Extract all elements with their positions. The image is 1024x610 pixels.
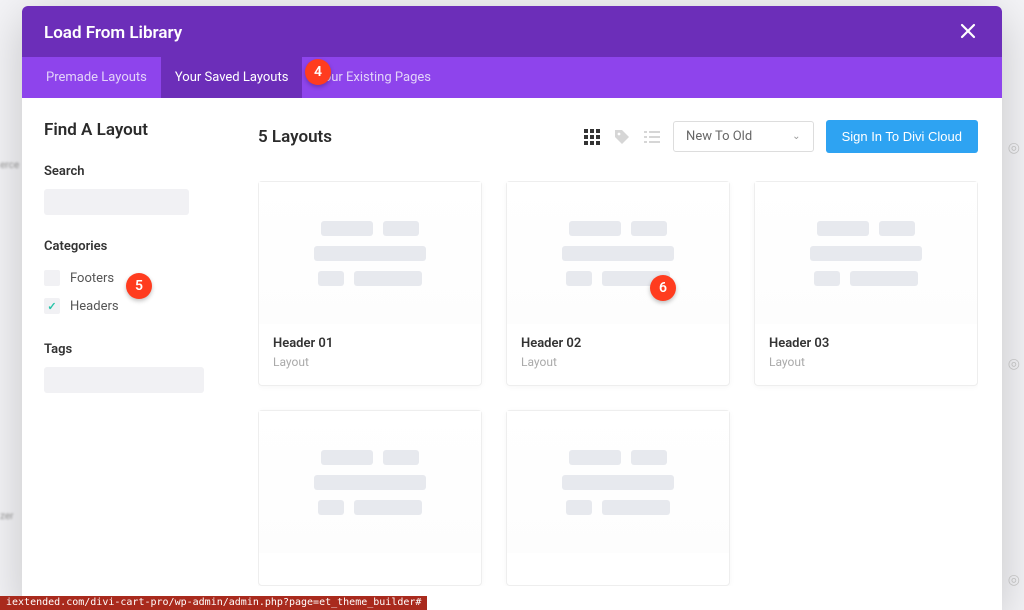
list-view-button[interactable] <box>643 128 661 146</box>
signin-button[interactable]: Sign In To Divi Cloud <box>826 120 978 153</box>
status-bar: iextended.com/divi-cart-pro/wp-admin/adm… <box>0 596 427 610</box>
search-input[interactable] <box>44 189 189 215</box>
grid-view-button[interactable] <box>583 128 601 146</box>
card-title: Header 01 <box>273 336 467 351</box>
annotation-badge-5: 5 <box>126 273 152 299</box>
sidebar: Find A Layout Search Categories Footers … <box>22 98 234 610</box>
modal-header: Load From Library <box>22 6 1002 57</box>
card-preview <box>755 182 977 324</box>
library-modal: Load From Library Premade Layouts Your S… <box>22 6 1002 610</box>
tags-label: Tags <box>44 342 216 357</box>
checkbox-icon <box>44 270 60 286</box>
card-title: Header 03 <box>769 336 963 351</box>
layout-card[interactable] <box>258 410 482 586</box>
card-preview <box>259 411 481 553</box>
close-button[interactable] <box>956 20 980 45</box>
tag-view-button[interactable] <box>613 128 631 146</box>
categories-label: Categories <box>44 239 216 254</box>
chevron-down-icon: ⌄ <box>792 131 800 142</box>
card-subtitle: Layout <box>521 355 715 369</box>
sort-select[interactable]: New To Old ⌄ <box>673 121 814 152</box>
backdrop-label: zer <box>0 511 19 522</box>
close-icon <box>960 23 976 39</box>
checkbox-checked-icon <box>44 298 60 314</box>
card-preview <box>507 182 729 324</box>
card-preview <box>507 411 729 553</box>
tag-icon <box>614 129 630 145</box>
card-preview <box>259 182 481 324</box>
visibility-icon: ◎ <box>1008 140 1020 156</box>
tab-premade-layouts[interactable]: Premade Layouts <box>32 57 161 98</box>
grid-icon <box>584 129 600 145</box>
main-content: 5 Layouts <box>234 98 1002 610</box>
visibility-icon: ◎ <box>1008 356 1020 372</box>
sidebar-title: Find A Layout <box>44 120 216 140</box>
card-title: Header 02 <box>521 336 715 351</box>
layout-card[interactable]: Header 03 Layout <box>754 181 978 386</box>
visibility-icon: ◎ <box>1008 572 1020 588</box>
sort-label: New To Old <box>686 129 752 144</box>
toolbar: New To Old ⌄ Sign In To Divi Cloud <box>583 120 978 153</box>
tags-placeholder <box>44 367 204 393</box>
layout-card[interactable]: Header 01 Layout <box>258 181 482 386</box>
category-label: Footers <box>70 271 114 286</box>
layouts-count: 5 Layouts <box>258 127 332 147</box>
tab-your-saved-layouts[interactable]: Your Saved Layouts <box>161 57 303 98</box>
annotation-badge-6: 6 <box>650 275 676 301</box>
category-label: Headers <box>70 299 119 314</box>
layout-card[interactable] <box>506 410 730 586</box>
card-subtitle: Layout <box>769 355 963 369</box>
card-subtitle: Layout <box>273 355 467 369</box>
search-label: Search <box>44 164 216 179</box>
card-grid: Header 01 Layout Header 02 Layout <box>258 181 978 586</box>
annotation-badge-4: 4 <box>305 59 331 85</box>
modal-title: Load From Library <box>44 23 182 43</box>
list-icon <box>644 129 660 145</box>
backdrop-label: erce <box>0 160 19 171</box>
layout-card[interactable]: Header 02 Layout <box>506 181 730 386</box>
tabs: Premade Layouts Your Saved Layouts Your … <box>22 57 1002 98</box>
